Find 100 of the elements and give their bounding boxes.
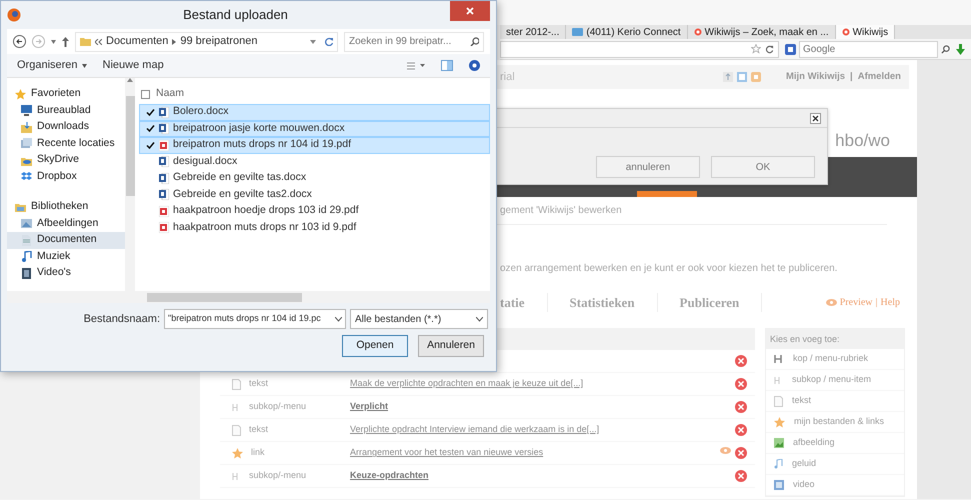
refresh-icon[interactable]: [324, 37, 333, 46]
delete-icon[interactable]: [735, 355, 747, 367]
toolbar-button[interactable]: Organiseren: [17, 57, 87, 74]
nav-item[interactable]: Bureaublad: [7, 102, 125, 119]
checkbox-checked-icon[interactable]: [146, 124, 155, 134]
breadcrumb-bar[interactable]: Documenten 99 breipatronen: [75, 32, 338, 52]
refresh-icon[interactable]: [765, 44, 774, 54]
item-type: tekst: [249, 423, 268, 436]
dialog-button[interactable]: OK: [711, 156, 815, 178]
toolbar-button[interactable]: Nieuwe map: [102, 57, 164, 74]
search-icon: [470, 37, 479, 46]
delete-icon[interactable]: [735, 470, 747, 482]
chevron-icon: [172, 38, 176, 44]
star-icon: [15, 88, 26, 100]
file-row[interactable]: breipatroon jasje korte mouwen.docx: [139, 120, 490, 137]
nav-item[interactable]: Documenten: [7, 232, 125, 248]
delete-icon[interactable]: [735, 447, 747, 459]
up-arrow-icon[interactable]: [62, 36, 69, 46]
double-chevron-icon: [95, 38, 102, 44]
intro-text: ozen arrangement bewerken en je kunt er ook voor kiezen het te publiceren.: [500, 263, 838, 274]
stacked-pages-icon: [21, 138, 32, 150]
caret-icon[interactable]: [51, 40, 56, 44]
document-icon: [21, 234, 32, 246]
dialog-button[interactable]: Annuleren: [418, 335, 484, 357]
dialog-button[interactable]: annuleren: [596, 156, 700, 178]
search-field[interactable]: Zoeken in 99 breipatr...: [344, 32, 484, 52]
search-engine-icon[interactable]: [785, 44, 796, 54]
nav-item[interactable]: Downloads: [7, 119, 125, 136]
scrollbar[interactable]: [7, 291, 490, 303]
field-label: Bestandsnaam:: [84, 312, 160, 327]
breadcrumb-item[interactable]: 99 breipatronen: [180, 33, 258, 50]
web-search-field[interactable]: Google: [799, 40, 938, 58]
word-file-icon: [159, 172, 169, 184]
file-row[interactable]: Gebreide en gevilte tas2.docx: [139, 186, 490, 203]
film-icon: [774, 480, 784, 490]
picture-icon: [21, 218, 32, 230]
forward-icon[interactable]: [32, 35, 45, 48]
nav-item[interactable]: Dropbox: [7, 168, 125, 185]
browser-logo-icon: [7, 8, 21, 22]
download-icon[interactable]: [956, 44, 965, 54]
checkbox-checked-icon[interactable]: [146, 140, 155, 150]
star-icon: [774, 416, 785, 428]
item-type: tekst: [249, 377, 268, 390]
document-icon: [774, 396, 783, 406]
file-row[interactable]: haakpatroon muts drops nr 103 id 9.pdf: [139, 220, 490, 236]
item-title-link[interactable]: Keuze-opdrachten: [350, 470, 429, 480]
close-icon[interactable]: [810, 112, 821, 124]
column-header[interactable]: Naam: [135, 84, 490, 104]
nav-item[interactable]: Afbeeldingen: [7, 216, 125, 232]
caret-icon[interactable]: [310, 40, 316, 44]
view-options-icon[interactable]: [407, 62, 425, 70]
delete-icon[interactable]: [735, 424, 747, 436]
nav-group[interactable]: Bibliotheken: [7, 199, 125, 216]
separator: |: [876, 296, 878, 310]
separator: |: [850, 70, 853, 84]
file-type-dropdown[interactable]: Alle bestanden (*.*): [350, 309, 488, 329]
close-button[interactable]: [450, 1, 490, 21]
file-row[interactable]: Bolero.docx: [139, 104, 490, 120]
delete-icon[interactable]: [735, 401, 747, 413]
delete-icon[interactable]: [735, 378, 747, 390]
caret-icon: [335, 316, 342, 322]
file-row[interactable]: breipatron muts drops nr 104 id 19.pdf: [139, 137, 490, 154]
music-note-icon: [21, 251, 32, 262]
star-icon: [232, 448, 243, 458]
document-icon: [232, 378, 241, 390]
panel-title: Kies en voeg toe:: [770, 334, 840, 344]
nav-group[interactable]: Favorieten: [7, 86, 125, 102]
pdf-file-icon: [159, 222, 169, 234]
checkbox-checked-icon[interactable]: [146, 108, 155, 117]
item-type: link: [251, 446, 265, 460]
file-row[interactable]: desigual.docx: [139, 154, 490, 170]
mail-icon: [572, 28, 584, 36]
music-note-icon: [774, 459, 783, 469]
image-icon: [774, 438, 784, 448]
item-title-link[interactable]: Verplicht: [350, 401, 388, 412]
nav-item[interactable]: Video's: [7, 265, 125, 282]
upload-icon[interactable]: [722, 72, 733, 82]
pdf-file-icon: [159, 206, 169, 217]
save-icon[interactable]: [736, 72, 747, 82]
item-type: subkop/-menu: [249, 400, 306, 414]
file-row[interactable]: Gebreide en gevilte tas.docx: [139, 170, 490, 186]
window-title: Bestand uploaden: [182, 6, 289, 24]
nav-item[interactable]: Muziek: [7, 248, 125, 265]
browser-tab[interactable]: Wikiwijs: [836, 25, 896, 39]
nav-item[interactable]: Recente locaties: [7, 136, 125, 152]
dialog-button[interactable]: Openen: [342, 335, 408, 357]
nav-item[interactable]: SkyDrive: [7, 152, 125, 168]
breadcrumb-item[interactable]: Documenten: [106, 33, 168, 50]
caret-icon: [476, 316, 483, 322]
file-row[interactable]: haakpatroon hoedje drops 103 id 29.pdf: [139, 203, 490, 220]
filename-field[interactable]: "breipatron muts drops nr 104 id 19.pc: [164, 309, 346, 329]
site-icon: [694, 28, 702, 36]
scrollbar[interactable]: [125, 78, 135, 291]
preview-pane-icon[interactable]: [441, 60, 453, 71]
caret-icon: [82, 64, 87, 68]
star-icon[interactable]: [751, 44, 761, 54]
search-icon[interactable]: [941, 44, 950, 54]
document-icon: [232, 424, 241, 436]
library-folder-icon: [15, 202, 26, 213]
back-icon[interactable]: [13, 35, 26, 48]
